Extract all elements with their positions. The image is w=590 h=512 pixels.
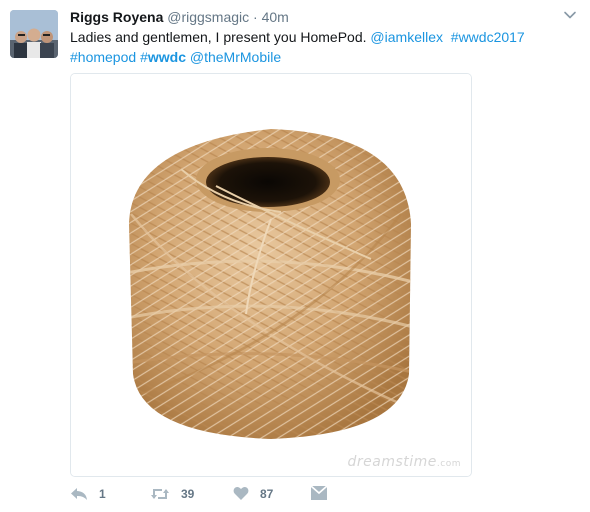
tweet-text: Ladies and gentlemen, I present you Home… xyxy=(70,27,570,67)
user-handle[interactable]: @riggsmagic xyxy=(167,9,249,25)
mention-link[interactable]: @theMrMobile xyxy=(190,49,281,65)
timestamp[interactable]: 40m xyxy=(262,9,289,25)
twine-ball-image xyxy=(71,74,471,476)
watermark-text: dreamstime xyxy=(347,454,437,470)
retweet-icon xyxy=(151,489,169,499)
media-image[interactable]: dreamstime.com xyxy=(70,73,472,477)
watermark: dreamstime.com xyxy=(348,454,462,470)
tweet-text-plain: Ladies and gentlemen, I present you Home… xyxy=(70,29,371,45)
reply-icon xyxy=(71,488,87,500)
retweet-button[interactable]: 39 xyxy=(150,486,194,502)
hashtag-link[interactable]: #homepod xyxy=(70,49,136,65)
retweet-count: 39 xyxy=(181,487,195,501)
like-count: 87 xyxy=(260,486,274,501)
avatar[interactable] xyxy=(10,10,58,58)
chevron-down-icon[interactable] xyxy=(563,8,577,22)
tweet-header: Riggs Royena @riggsmagic · 40m xyxy=(70,8,289,26)
envelope-icon xyxy=(311,486,327,500)
direct-message-button[interactable] xyxy=(311,486,338,500)
reply-button[interactable]: 1 xyxy=(70,486,106,502)
like-button[interactable]: 87 xyxy=(233,486,273,501)
hashtag-bold-text: wwdc xyxy=(147,49,186,65)
tweet-actions: 1 39 87 xyxy=(70,486,540,506)
hashtag-prefix: # xyxy=(140,49,148,65)
reply-count: 1 xyxy=(99,487,106,501)
hashtag-link[interactable]: #wwdc2017 xyxy=(451,29,525,45)
hashtag-link[interactable]: #wwdc xyxy=(140,49,186,65)
meta-separator: · xyxy=(253,9,258,25)
watermark-suffix: .com xyxy=(436,459,461,469)
tweet: Riggs Royena @riggsmagic · 40m Ladies an… xyxy=(0,0,590,512)
heart-icon xyxy=(233,487,249,500)
display-name[interactable]: Riggs Royena xyxy=(70,9,163,25)
mention-link[interactable]: @iamkellex xyxy=(370,29,443,45)
